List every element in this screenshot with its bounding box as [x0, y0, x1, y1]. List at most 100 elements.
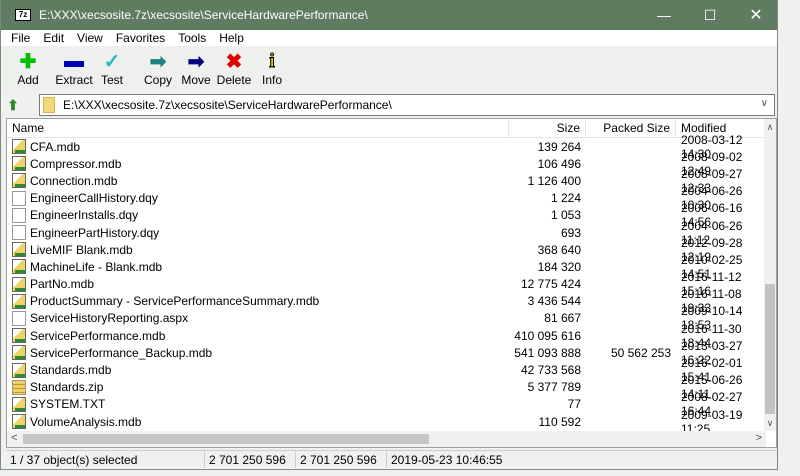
status-selected: 1 / 37 object(s) selected — [6, 451, 205, 468]
file-name: SYSTEM.TXT — [30, 397, 106, 412]
menu-tools[interactable]: Tools — [178, 31, 206, 45]
toolbar-label: Copy — [143, 73, 172, 87]
toolbar-label: Move — [181, 73, 211, 87]
database-file-icon — [12, 293, 26, 309]
file-name: ServicePerformance.mdb — [30, 328, 166, 343]
scroll-up-icon[interactable]: ∧ — [764, 122, 776, 133]
file-row[interactable]: CFA.mdb 139 264 2008-03-12 14:30 — [7, 133, 767, 161]
file-name: EngineerInstalls.dqy — [30, 208, 139, 223]
plus-icon: ✚ — [19, 50, 37, 73]
file-row[interactable]: ProductSummary - ServicePerformanceSumma… — [7, 287, 767, 315]
move-button[interactable]: ➡ Move — [177, 46, 215, 92]
file-name-cell: Compressor.mdb — [7, 156, 509, 172]
menu-favorites[interactable]: Favorites — [116, 31, 165, 45]
address-input[interactable]: E:\XXX\xecsosite.7z\xecsosite\ServiceHar… — [39, 94, 775, 116]
zip-file-icon — [12, 379, 26, 395]
file-icon — [12, 225, 26, 241]
delete-button[interactable]: ✖ Delete — [215, 46, 253, 92]
file-name: Standards.zip — [30, 380, 104, 395]
menu-bar: File Edit View Favorites Tools Help — [1, 30, 777, 46]
file-size: 5 377 789 — [527, 380, 581, 395]
column-packed-size[interactable]: Packed Size — [586, 119, 676, 137]
minimize-button[interactable]: — — [641, 0, 687, 30]
file-name-cell: PartNo.mdb — [7, 276, 509, 292]
file-row[interactable]: LiveMIF Blank.mdb 368 640 2012-09-28 12:19 — [7, 236, 767, 264]
column-size[interactable]: Size — [509, 119, 586, 137]
file-size: 12 775 424 — [520, 277, 581, 292]
file-name-cell: ServiceHistoryReporting.aspx — [7, 310, 509, 326]
file-size: 368 640 — [537, 242, 581, 257]
chevron-down-icon[interactable]: ∨ — [761, 98, 768, 109]
file-row[interactable]: MachineLife - Blank.mdb 184 320 2010-02-25… — [7, 253, 767, 281]
folder-icon — [43, 97, 55, 113]
minus-icon: ▬ — [64, 49, 84, 72]
status-bar: 1 / 37 object(s) selected 2 701 250 596 … — [6, 450, 777, 468]
window-title: E:\XXX\xecsosite.7z\xecsosite\ServiceHar… — [39, 8, 368, 22]
file-row[interactable]: SYSTEM.TXT 77 2008-02-27 16:44 — [7, 390, 767, 418]
info-button[interactable]: i Info — [253, 46, 291, 92]
file-name-cell: Standards.mdb — [7, 362, 509, 378]
menu-view[interactable]: View — [77, 31, 103, 45]
file-name: ServiceHistoryReporting.aspx — [30, 311, 189, 326]
copy-button[interactable]: ➡ Copy — [139, 46, 177, 92]
scrollbar-thumb[interactable] — [23, 434, 429, 444]
database-file-icon — [12, 396, 26, 412]
toolbar-label: Extract — [55, 73, 93, 87]
file-name: MachineLife - Blank.mdb — [30, 259, 163, 274]
file-name: CFA.mdb — [30, 139, 81, 154]
horizontal-scrollbar[interactable]: < > — [7, 431, 766, 447]
maximize-button[interactable]: ☐ — [687, 0, 733, 30]
file-row[interactable]: Connection.mdb 1 126 400 2008-09-27 12:33 — [7, 167, 767, 195]
file-name-cell: EngineerPartHistory.dqy — [7, 225, 509, 241]
file-icon — [12, 207, 26, 223]
file-size: 1 224 — [550, 191, 581, 206]
toolbar-label: Info — [261, 73, 282, 87]
test-button[interactable]: ✓ Test — [93, 46, 131, 92]
scroll-down-icon[interactable]: ∨ — [764, 418, 776, 429]
file-size: 77 — [567, 397, 581, 412]
file-name: Compressor.mdb — [30, 156, 122, 171]
info-icon: i — [269, 49, 275, 72]
file-row[interactable]: EngineerCallHistory.dqy 1 224 2004-06-26 1… — [7, 184, 767, 212]
extract-button[interactable]: ▬ Extract — [55, 46, 93, 92]
file-row[interactable]: VolumeAnalysis.mdb 110 592 2009-03-19 11:2… — [7, 408, 767, 436]
file-name-cell: ProductSummary - ServicePerformanceSumma… — [7, 293, 509, 309]
file-name-cell: VolumeAnalysis.mdb — [7, 414, 509, 430]
file-name: ProductSummary - ServicePerformanceSumma… — [30, 294, 320, 309]
file-name-cell: LiveMIF Blank.mdb — [7, 242, 509, 258]
vertical-scrollbar[interactable]: ∧ ∨ — [764, 119, 776, 431]
file-row[interactable]: ServicePerformance_Backup.mdb 541 093 888… — [7, 339, 767, 367]
column-name[interactable]: Name — [7, 119, 509, 137]
file-size: 541 093 888 — [514, 345, 581, 360]
file-row[interactable]: ServicePerformance.mdb 410 095 616 2016-11… — [7, 322, 767, 350]
menu-edit[interactable]: Edit — [43, 31, 64, 45]
file-name-cell: SYSTEM.TXT — [7, 396, 509, 412]
scroll-left-icon[interactable]: < — [11, 432, 17, 444]
file-size: 3 436 544 — [527, 294, 581, 309]
add-button[interactable]: ✚ Add — [9, 46, 47, 92]
file-name-cell: ServicePerformance.mdb — [7, 328, 509, 344]
file-row[interactable]: Standards.zip 5 377 789 2015-06-26 14:11 — [7, 373, 767, 401]
scrollbar-thumb[interactable] — [765, 284, 775, 414]
menu-file[interactable]: File — [11, 31, 30, 45]
file-name: Standards.mdb — [30, 363, 112, 378]
file-row[interactable]: ServiceHistoryReporting.aspx 81 667 2009-1… — [7, 304, 767, 332]
scroll-right-icon[interactable]: > — [756, 432, 762, 444]
file-row[interactable]: EngineerInstalls.dqy 1 053 2006-06-16 14:5… — [7, 201, 767, 229]
file-size: 110 592 — [538, 414, 582, 429]
file-name: EngineerCallHistory.dqy — [30, 191, 158, 206]
file-list: Name Size Packed Size Modified CFA.mdb 13… — [6, 118, 777, 448]
file-row[interactable]: Compressor.mdb 106 496 2008-09-02 12:49 — [7, 150, 767, 178]
toolbar-label: Add — [17, 73, 39, 87]
folder-up-icon[interactable]: ⬆ — [3, 95, 23, 115]
file-row[interactable]: Standards.mdb 42 733 568 2016-02-01 15:41 — [7, 356, 767, 384]
file-name: LiveMIF Blank.mdb — [30, 242, 133, 257]
move-arrow-icon: ➡ — [187, 50, 205, 73]
file-size: 1 053 — [550, 208, 581, 223]
file-row[interactable]: EngineerPartHistory.dqy 693 2004-06-26 11:… — [7, 219, 767, 247]
menu-help[interactable]: Help — [219, 31, 244, 45]
file-size: 81 667 — [544, 311, 581, 326]
delete-x-icon: ✖ — [225, 50, 243, 73]
file-row[interactable]: PartNo.mdb 12 775 424 2016-11-12 15:16 — [7, 270, 767, 298]
close-button[interactable]: ✕ — [733, 0, 779, 30]
